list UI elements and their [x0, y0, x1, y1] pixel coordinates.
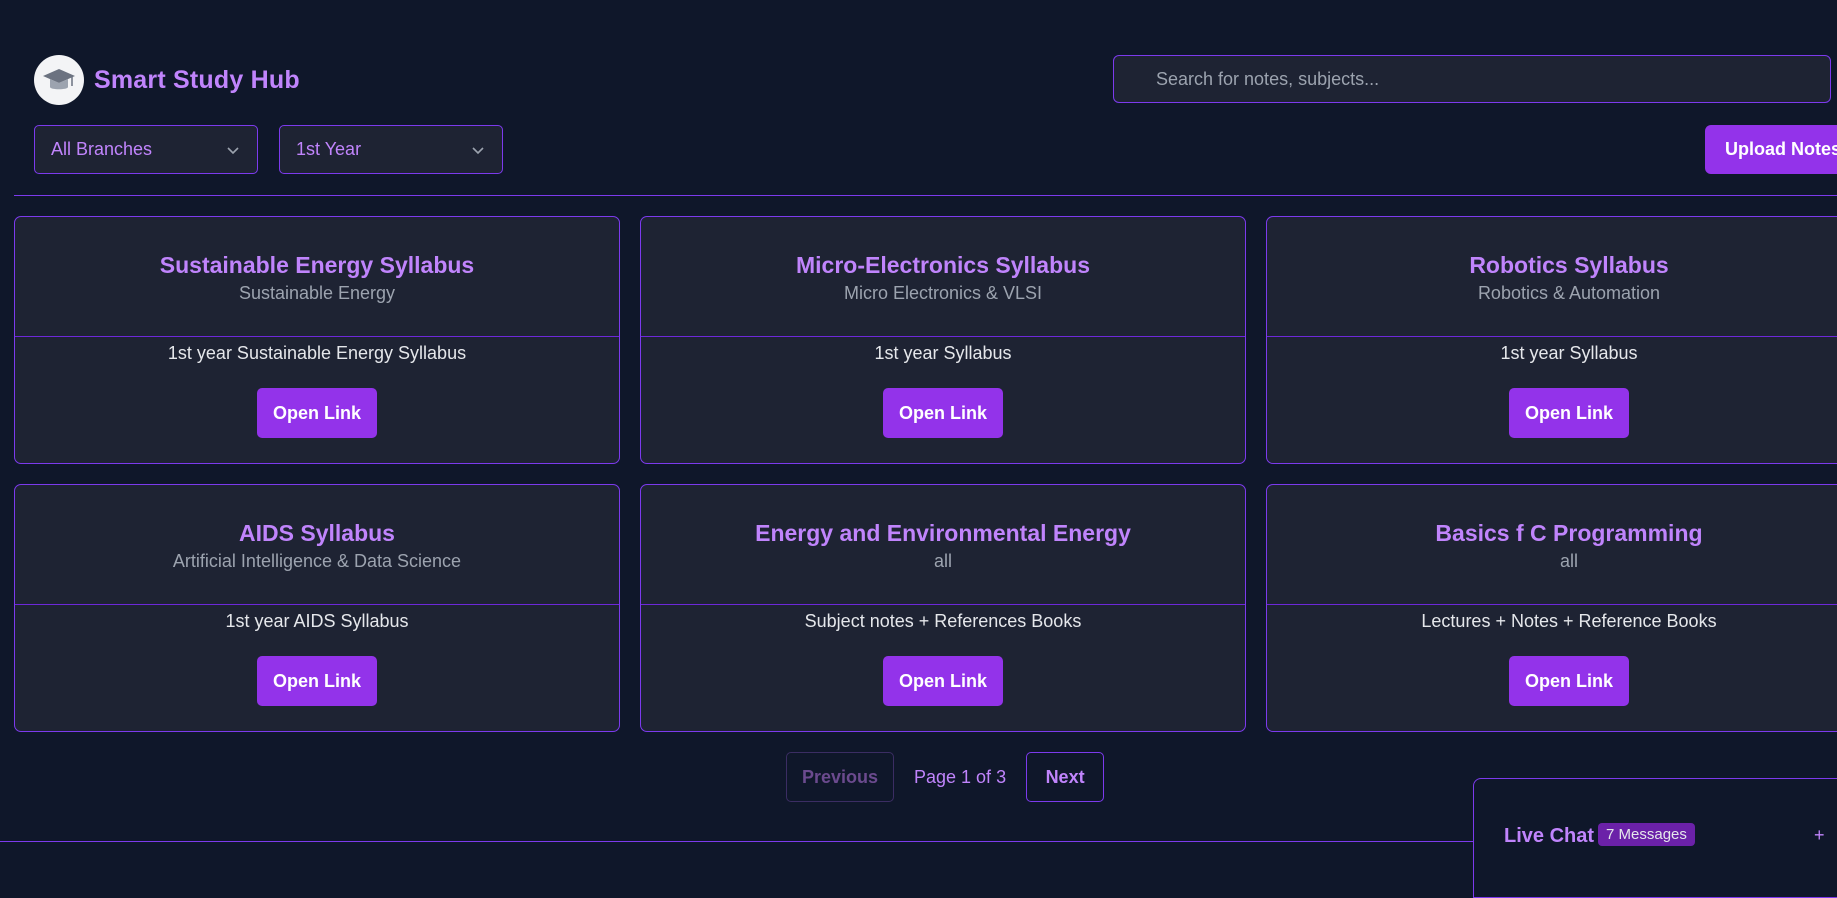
- next-page-button[interactable]: Next: [1026, 752, 1105, 802]
- chevron-down-icon: [472, 146, 484, 154]
- page-indicator: Page 1 of 3: [914, 766, 1007, 787]
- card-title: Basics f C Programming: [1435, 520, 1703, 546]
- card-title: Robotics Syllabus: [1469, 252, 1669, 278]
- card-subtitle: all: [933, 551, 952, 571]
- card-description: 1st year Syllabus: [1500, 343, 1638, 363]
- graduation-cap-icon: [34, 55, 84, 105]
- header-divider: [14, 195, 1837, 196]
- year-select[interactable]: 1st Year: [279, 125, 503, 174]
- open-link-button[interactable]: Open Link: [1509, 656, 1629, 706]
- search-input[interactable]: [1154, 67, 1830, 91]
- card-title: AIDS Syllabus: [239, 520, 395, 546]
- message-count-badge: 7 Messages: [1598, 823, 1695, 846]
- card-description: 1st year Sustainable Energy Syllabus: [167, 343, 467, 363]
- card-header: Micro-Electronics Syllabus Micro Electro…: [641, 217, 1245, 337]
- note-card: Robotics Syllabus Robotics & Automation …: [1266, 216, 1837, 464]
- card-header: AIDS Syllabus Artificial Intelligence & …: [15, 485, 619, 605]
- note-card: Sustainable Energy Syllabus Sustainable …: [14, 216, 620, 464]
- card-subtitle: Sustainable Energy: [238, 283, 396, 303]
- card-header: Robotics Syllabus Robotics & Automation: [1267, 217, 1837, 337]
- card-header: Energy and Environmental Energy all: [641, 485, 1245, 605]
- card-description: 1st year AIDS Syllabus: [225, 611, 409, 631]
- card-subtitle: Artificial Intelligence & Data Science: [172, 551, 462, 571]
- card-title: Sustainable Energy Syllabus: [159, 252, 475, 278]
- note-card: Micro-Electronics Syllabus Micro Electro…: [640, 216, 1246, 464]
- live-chat-title: Live Chat: [1504, 825, 1595, 847]
- open-link-button[interactable]: Open Link: [257, 656, 377, 706]
- upload-notes-button[interactable]: Upload Notes: [1705, 125, 1837, 174]
- pagination: Previous Page 1 of 3 Next: [786, 752, 1105, 802]
- card-subtitle: Micro Electronics & VLSI: [843, 283, 1043, 303]
- card-description: 1st year Syllabus: [874, 343, 1012, 363]
- note-card: Energy and Environmental Energy all Subj…: [640, 484, 1246, 732]
- card-title: Micro-Electronics Syllabus: [796, 252, 1090, 278]
- card-subtitle: Robotics & Automation: [1477, 283, 1661, 303]
- search-bar[interactable]: [1113, 55, 1831, 103]
- open-link-button[interactable]: Open Link: [883, 388, 1003, 438]
- chat-expand-button[interactable]: +: [1814, 825, 1825, 846]
- branch-select[interactable]: All Branches: [34, 125, 258, 174]
- live-chat-panel[interactable]: Live Chat 7 Messages +: [1473, 778, 1837, 898]
- open-link-button[interactable]: Open Link: [257, 388, 377, 438]
- open-link-button[interactable]: Open Link: [883, 656, 1003, 706]
- brand[interactable]: Smart Study Hub: [34, 55, 300, 105]
- card-title: Energy and Environmental Energy: [755, 520, 1131, 546]
- year-select-value: 1st Year: [296, 139, 362, 159]
- notes-grid: Sustainable Energy Syllabus Sustainable …: [14, 216, 1837, 732]
- chevron-down-icon: [227, 146, 239, 154]
- card-header: Sustainable Energy Syllabus Sustainable …: [15, 217, 619, 337]
- note-card: Basics f C Programming all Lectures + No…: [1266, 484, 1837, 732]
- card-description: Lectures + Notes + Reference Books: [1421, 611, 1717, 631]
- card-header: Basics f C Programming all: [1267, 485, 1837, 605]
- app-title: Smart Study Hub: [94, 65, 300, 94]
- note-card: AIDS Syllabus Artificial Intelligence & …: [14, 484, 620, 732]
- open-link-button[interactable]: Open Link: [1509, 388, 1629, 438]
- card-description: Subject notes + References Books: [804, 611, 1082, 631]
- card-subtitle: all: [1559, 551, 1578, 571]
- previous-page-button[interactable]: Previous: [786, 752, 894, 802]
- branch-select-value: All Branches: [51, 139, 153, 159]
